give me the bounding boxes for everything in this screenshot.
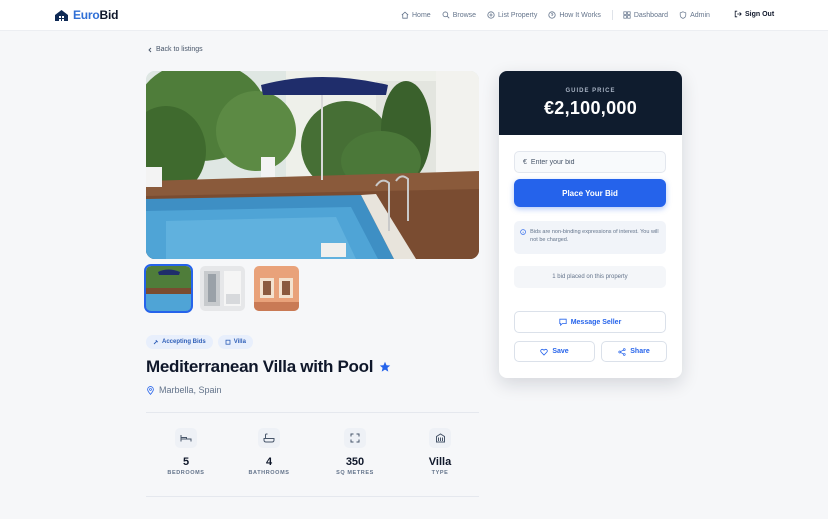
message-seller-button[interactable]: Message Seller [514, 311, 666, 333]
property-stats: 5 BEDROOMS 4 BATHROOMS 350 SQ METRES Vil… [146, 428, 479, 488]
star-icon[interactable] [379, 361, 391, 373]
nav-list-property-label: List Property [498, 11, 538, 19]
help-circle-icon [548, 11, 556, 19]
message-icon [559, 318, 567, 326]
house-logo-icon [55, 9, 68, 21]
bid-info-notice: Bids are non-binding expressions of inte… [514, 221, 666, 254]
building-icon [435, 433, 445, 443]
currency-symbol: € [523, 158, 527, 166]
listing-tags: Accepting Bids Villa [146, 335, 253, 349]
sign-out-label: Sign Out [745, 10, 775, 18]
guide-price-header: GUIDE PRICE €2,100,000 [499, 71, 682, 135]
stat-bedrooms: 5 BEDROOMS [146, 428, 226, 476]
stat-type: Villa TYPE [400, 428, 480, 476]
chevron-left-icon [148, 47, 152, 52]
building-small-icon [225, 339, 231, 345]
share-icon [618, 347, 626, 356]
share-label: Share [630, 348, 650, 355]
image-thumbnails [144, 264, 299, 313]
stat-value: 5 [182, 456, 190, 468]
stat-bathrooms: 4 BATHROOMS [229, 428, 309, 476]
message-seller-label: Message Seller [570, 318, 622, 326]
back-label: Back to listings [156, 46, 203, 53]
stat-label: BEDROOMS [167, 470, 205, 476]
expand-icon [350, 433, 360, 443]
sign-out-button[interactable]: Sign Out [734, 10, 774, 18]
map-pin-icon [147, 385, 154, 395]
tag-accepting-bids: Accepting Bids [146, 335, 213, 349]
nav-how-it-works-label: How It Works [559, 11, 601, 19]
nav-browse[interactable]: Browse [442, 11, 476, 19]
nav-dashboard-label: Dashboard [633, 11, 669, 19]
tag-villa: Villa [217, 335, 253, 349]
pool-villa-photo [146, 71, 479, 259]
guide-price-value: €2,100,000 [543, 98, 638, 118]
grid-icon [623, 11, 631, 19]
info-icon [520, 229, 526, 235]
stat-label: TYPE [431, 470, 449, 476]
top-header: EuroBid Home Browse List Property How It… [0, 0, 828, 31]
stat-value: 4 [265, 456, 273, 468]
location-label: Marbella, Spain [159, 385, 222, 395]
nav-list-property[interactable]: List Property [487, 11, 537, 19]
exterior-thumbnail-image [254, 266, 299, 311]
title-row: Mediterranean Villa with Pool [146, 357, 391, 377]
section-divider [146, 496, 479, 497]
stat-label: BATHROOMS [248, 470, 290, 476]
gavel-icon [153, 339, 159, 345]
place-bid-button[interactable]: Place Your Bid [514, 179, 666, 207]
bid-card: GUIDE PRICE €2,100,000 € Place Your Bid … [499, 71, 682, 378]
stat-label: SQ METRES [336, 470, 374, 476]
thumbnail-3[interactable] [254, 266, 299, 311]
logo-text-euro: Euro [73, 8, 100, 22]
shield-icon [679, 11, 687, 19]
thumbnail-1[interactable] [144, 264, 193, 313]
bath-icon [263, 433, 275, 443]
share-button[interactable]: Share [601, 341, 667, 362]
heart-icon [540, 348, 549, 356]
thumbnail-2[interactable] [200, 266, 245, 311]
plus-circle-icon [487, 11, 495, 19]
stat-area: 350 SQ METRES [315, 428, 395, 476]
tag-villa-label: Villa [233, 339, 246, 345]
bathroom-thumbnail-image [200, 266, 245, 311]
stat-value: Villa [428, 456, 452, 468]
sign-out-icon [734, 10, 742, 18]
nav-admin[interactable]: Admin [679, 11, 710, 19]
main-property-image[interactable] [146, 71, 479, 259]
property-title: Mediterranean Villa with Pool [146, 357, 374, 376]
logo[interactable]: EuroBid [54, 8, 118, 22]
tag-accepting-bids-label: Accepting Bids [162, 339, 206, 345]
main-nav: Home Browse List Property How It Works D… [401, 10, 721, 20]
guide-price-label: GUIDE PRICE [565, 88, 616, 94]
pool-thumbnail-image [146, 266, 191, 311]
bed-icon [180, 435, 192, 442]
stat-value: 350 [345, 456, 365, 468]
bid-amount-input[interactable] [530, 158, 651, 166]
bid-amount-field[interactable]: € [514, 151, 666, 173]
search-icon [442, 11, 450, 19]
save-label: Save [552, 348, 569, 355]
nav-home-label: Home [412, 11, 431, 19]
bid-info-text: Bids are non-binding expressions of inte… [530, 229, 659, 243]
section-divider [146, 412, 479, 413]
nav-dashboard[interactable]: Dashboard [623, 11, 668, 19]
nav-divider [611, 10, 613, 20]
logo-text-bid: Bid [99, 8, 119, 22]
nav-browse-label: Browse [452, 11, 477, 19]
save-button[interactable]: Save [514, 341, 595, 362]
bids-count-text: 1 bid placed on this property [514, 266, 666, 288]
nav-home[interactable]: Home [401, 11, 431, 19]
back-to-listings-link[interactable]: Back to listings [147, 46, 203, 53]
nav-admin-label: Admin [690, 11, 710, 19]
nav-how-it-works[interactable]: How It Works [548, 11, 601, 19]
home-icon [401, 11, 409, 19]
property-location: Marbella, Spain [146, 385, 222, 395]
